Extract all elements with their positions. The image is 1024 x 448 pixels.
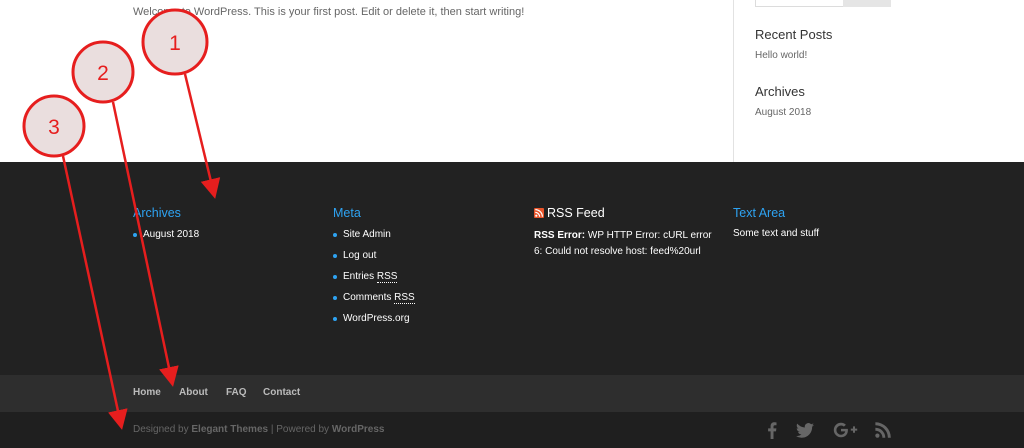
sidebar-archives-title: Archives: [755, 84, 805, 99]
footer-text-widget: Text Area Some text and stuff: [733, 206, 923, 239]
footer-text-area-title: Text Area: [733, 206, 786, 220]
list-item: August 2018: [133, 228, 323, 249]
entries-rss-link[interactable]: Entries RSS: [343, 271, 398, 283]
list-item: WordPress.org: [333, 312, 523, 333]
post-excerpt: Welcome to WordPress. This is your first…: [133, 6, 525, 18]
footer-meta-title: Meta: [333, 206, 361, 220]
rss-abbr: RSS: [376, 271, 398, 283]
rss-error-message: RSS Error: WP HTTP Error: cURL error 6: …: [534, 228, 714, 260]
rss-icon[interactable]: [873, 421, 893, 439]
footer-bottom-bar: Designed by Elegant Themes | Powered by …: [0, 412, 1024, 448]
rss-error-label: RSS Error:: [534, 230, 586, 241]
main-content-area: Welcome to WordPress. This is your first…: [0, 0, 1024, 162]
list-item: Comments RSS: [333, 291, 523, 312]
wordpress-org-link[interactable]: WordPress.org: [343, 313, 410, 324]
bullet-icon: [333, 275, 337, 279]
list-item: Site Admin: [333, 228, 523, 249]
facebook-icon[interactable]: [762, 421, 782, 439]
sidebar-archive-link[interactable]: August 2018: [755, 107, 811, 118]
footer-archives-widget: Archives August 2018: [133, 206, 323, 249]
footer-nav-about[interactable]: About: [179, 387, 208, 398]
site-admin-link[interactable]: Site Admin: [343, 229, 391, 240]
footer-nav-home[interactable]: Home: [133, 387, 161, 398]
rss-abbr: RSS: [394, 292, 415, 304]
footer-menu: Home About FAQ Contact: [0, 375, 1024, 412]
sidebar-divider: [733, 0, 734, 162]
twitter-icon[interactable]: [795, 421, 815, 439]
footer-rss-title-row: RSS Feed: [534, 206, 724, 220]
list-item: Log out: [333, 249, 523, 270]
elegant-themes-link[interactable]: Elegant Themes: [191, 424, 268, 435]
footer-nav-contact[interactable]: Contact: [263, 387, 300, 398]
bullet-icon: [333, 296, 337, 300]
footer-rss-title: RSS Feed: [547, 206, 605, 220]
recent-post-link[interactable]: Hello world!: [755, 50, 807, 61]
footer-archive-link[interactable]: August 2018: [143, 229, 199, 240]
footer-archives-title: Archives: [133, 206, 181, 220]
footer-meta-widget: Meta Site Admin Log out Entries RSS Comm…: [333, 206, 523, 333]
text-area-content: Some text and stuff: [733, 228, 819, 239]
list-item: Entries RSS: [333, 270, 523, 291]
google-plus-icon[interactable]: [833, 421, 859, 439]
footer-widgets: Archives August 2018 Meta Site Admin Log…: [0, 162, 1024, 375]
powered-by-text: Powered by: [276, 424, 330, 435]
entries-label: Entries: [343, 271, 375, 282]
bullet-icon: [333, 317, 337, 321]
footer-rss-widget: RSS Feed RSS Error: WP HTTP Error: cURL …: [534, 206, 724, 260]
search-input[interactable]: [755, 0, 845, 7]
search-button[interactable]: [843, 0, 891, 7]
comments-label: Comments: [343, 292, 392, 303]
footer-nav-faq[interactable]: FAQ: [226, 387, 247, 398]
bullet-icon: [133, 233, 137, 237]
wordpress-link[interactable]: WordPress: [332, 424, 385, 435]
credits-separator: |: [270, 424, 274, 435]
rss-feed-icon[interactable]: [534, 208, 544, 218]
bullet-icon: [333, 233, 337, 237]
bullet-icon: [333, 254, 337, 258]
log-out-link[interactable]: Log out: [343, 250, 376, 261]
designed-by-text: Designed by: [133, 424, 189, 435]
comments-rss-link[interactable]: Comments RSS: [343, 292, 415, 304]
recent-posts-title: Recent Posts: [755, 27, 833, 42]
footer-credits: Designed by Elegant Themes | Powered by …: [133, 424, 384, 435]
